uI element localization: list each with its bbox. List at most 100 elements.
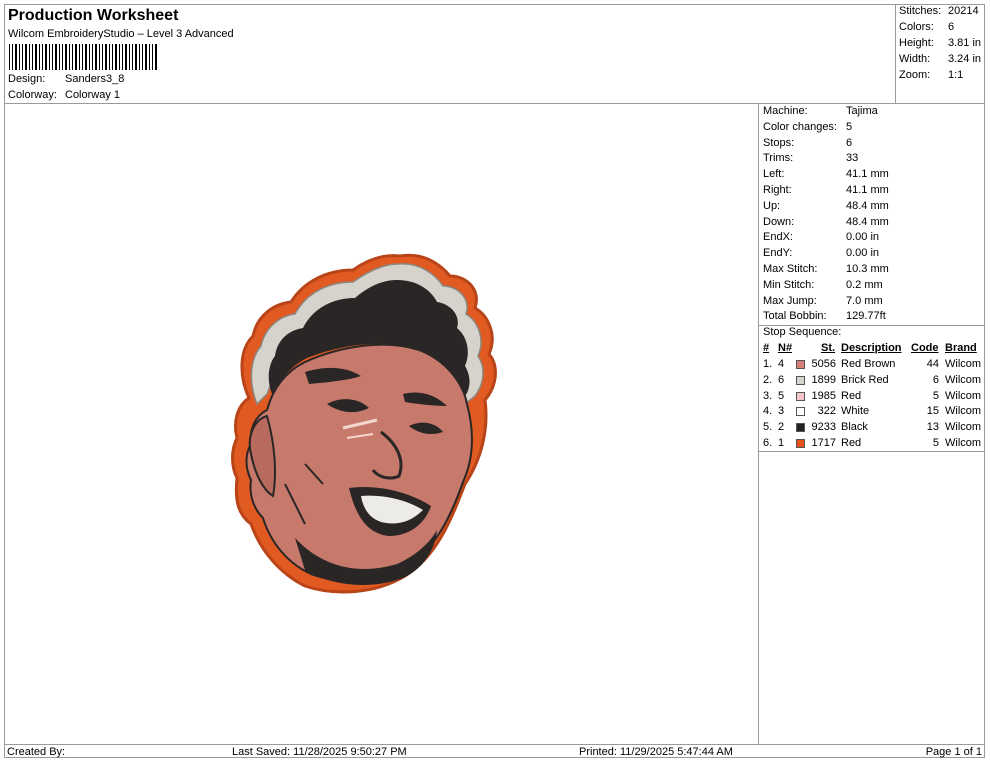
machine-info-panel: Stop Sequence: # N# St. Description Code… <box>759 104 985 744</box>
barcode-bar <box>35 44 37 70</box>
barcode-bar <box>92 44 93 70</box>
barcode-bar <box>99 44 100 70</box>
barcode-bar <box>82 44 83 70</box>
stop-brand: Wilcom <box>945 421 982 434</box>
zoom-value: 1:1 <box>948 69 964 81</box>
stop-needle-number: 5 <box>778 389 785 402</box>
barcode-bar <box>62 44 63 70</box>
stitches-label: Stitches: <box>899 5 942 17</box>
barcode-bar <box>59 44 60 70</box>
barcode-bar <box>79 44 80 70</box>
barcode-bar <box>25 44 27 70</box>
barcode-bar <box>145 44 147 70</box>
machine-info-label: Up: <box>763 199 781 212</box>
barcode-bar <box>155 44 157 70</box>
stop-description: Brick Red <box>841 373 889 386</box>
machine-info-value: Tajima <box>846 105 878 117</box>
barcode-bar <box>109 44 110 70</box>
machine-info-value: 10.3 mm <box>846 263 889 275</box>
machine-info-label: Left: <box>763 168 785 181</box>
colorway-value: Colorway 1 <box>65 89 121 101</box>
machine-info-label: EndY: <box>763 247 793 260</box>
col-header-code: Code <box>911 342 939 354</box>
stop-stitch-count: 322 <box>817 405 836 418</box>
barcode-bar <box>152 44 153 70</box>
barcode-bar <box>9 44 10 70</box>
page-title: Production Worksheet <box>8 7 179 24</box>
machine-info-value: 5 <box>846 120 853 133</box>
stop-stitch-count: 1985 <box>811 389 836 402</box>
stop-description: Red Brown <box>841 358 896 370</box>
stop-seq-number: 4. <box>763 405 773 418</box>
printed-date: Printed: 11/29/2025 5:47:44 AM <box>579 746 733 758</box>
worksheet-footer: Created By: Last Saved: 11/28/2025 9:50:… <box>4 744 985 758</box>
barcode-bar <box>55 44 57 70</box>
machine-info-value: 0.00 in <box>846 247 880 260</box>
color-swatch <box>796 407 805 417</box>
color-swatch <box>796 423 805 433</box>
barcode-bar <box>22 44 23 70</box>
color-swatch <box>796 360 805 369</box>
stop-sequence-title: Stop Sequence: <box>763 326 842 338</box>
stitches-value: 20214 <box>948 5 979 17</box>
colors-label: Colors: <box>899 21 934 33</box>
barcode-bar <box>102 44 103 70</box>
barcode-bar <box>65 44 67 70</box>
machine-info-label: EndX: <box>763 231 793 244</box>
barcode-bar <box>52 44 53 70</box>
col-header-brand: Brand <box>945 342 977 354</box>
stop-brand: Wilcom <box>945 358 982 370</box>
machine-info-label: Color changes: <box>763 120 837 133</box>
barcode-bar <box>142 44 143 70</box>
zoom-label: Zoom: <box>899 69 931 81</box>
stop-code: 15 <box>926 405 939 418</box>
barcode-bar <box>125 44 127 70</box>
barcode-bar <box>49 44 50 70</box>
barcode-bar <box>69 44 70 70</box>
machine-info-label: Min Stitch: <box>763 278 815 291</box>
divider <box>759 451 985 452</box>
barcode-bar <box>129 44 130 70</box>
machine-info-value: 0.00 in <box>846 231 880 244</box>
col-header-stitches: St. <box>821 342 836 354</box>
stop-code: 13 <box>926 421 939 434</box>
stop-needle-number: 1 <box>778 437 785 449</box>
last-saved: Last Saved: 11/28/2025 9:50:27 PM <box>232 746 407 758</box>
barcode-bar <box>132 44 133 70</box>
page-number: Page 1 of 1 <box>925 746 982 758</box>
stop-brand: Wilcom <box>945 405 982 418</box>
software-subtitle: Wilcom EmbroideryStudio – Level 3 Advanc… <box>8 28 234 40</box>
stop-code: 6 <box>932 373 939 386</box>
barcode-bar <box>39 44 40 70</box>
stop-brand: Wilcom <box>945 373 982 386</box>
created-by: Created By: <box>7 746 66 758</box>
barcode-bar <box>105 44 107 70</box>
colors-value: 6 <box>948 21 955 33</box>
barcode-bar <box>89 44 90 70</box>
color-swatch <box>796 375 805 385</box>
stop-code: 5 <box>932 389 939 402</box>
barcode-bar <box>122 44 123 70</box>
barcode-bar <box>72 44 73 70</box>
stop-seq-number: 3. <box>763 389 773 402</box>
design-label: Design: <box>8 73 46 85</box>
machine-info-label: Right: <box>763 184 792 196</box>
barcode-bar <box>139 44 140 70</box>
stop-brand: Wilcom <box>945 389 982 402</box>
worksheet-header: Production Worksheet Wilcom EmbroiderySt… <box>4 4 896 104</box>
stop-description: Red <box>841 437 862 449</box>
machine-info-value: 129.77ft <box>846 310 886 323</box>
design-canvas <box>5 104 759 744</box>
barcode-bar <box>12 44 13 70</box>
design-value: Sanders3_8 <box>65 73 125 85</box>
barcode-bar <box>119 44 120 70</box>
barcode-bar <box>29 44 30 70</box>
barcode-bar <box>112 44 113 70</box>
stop-code: 5 <box>932 437 939 449</box>
barcode-bar <box>115 44 117 70</box>
stop-description: Red <box>841 389 862 402</box>
barcode-bar <box>75 44 77 70</box>
stop-seq-number: 6. <box>763 437 773 449</box>
col-header-seq: # <box>763 342 770 354</box>
stop-stitch-count: 1899 <box>811 373 836 386</box>
